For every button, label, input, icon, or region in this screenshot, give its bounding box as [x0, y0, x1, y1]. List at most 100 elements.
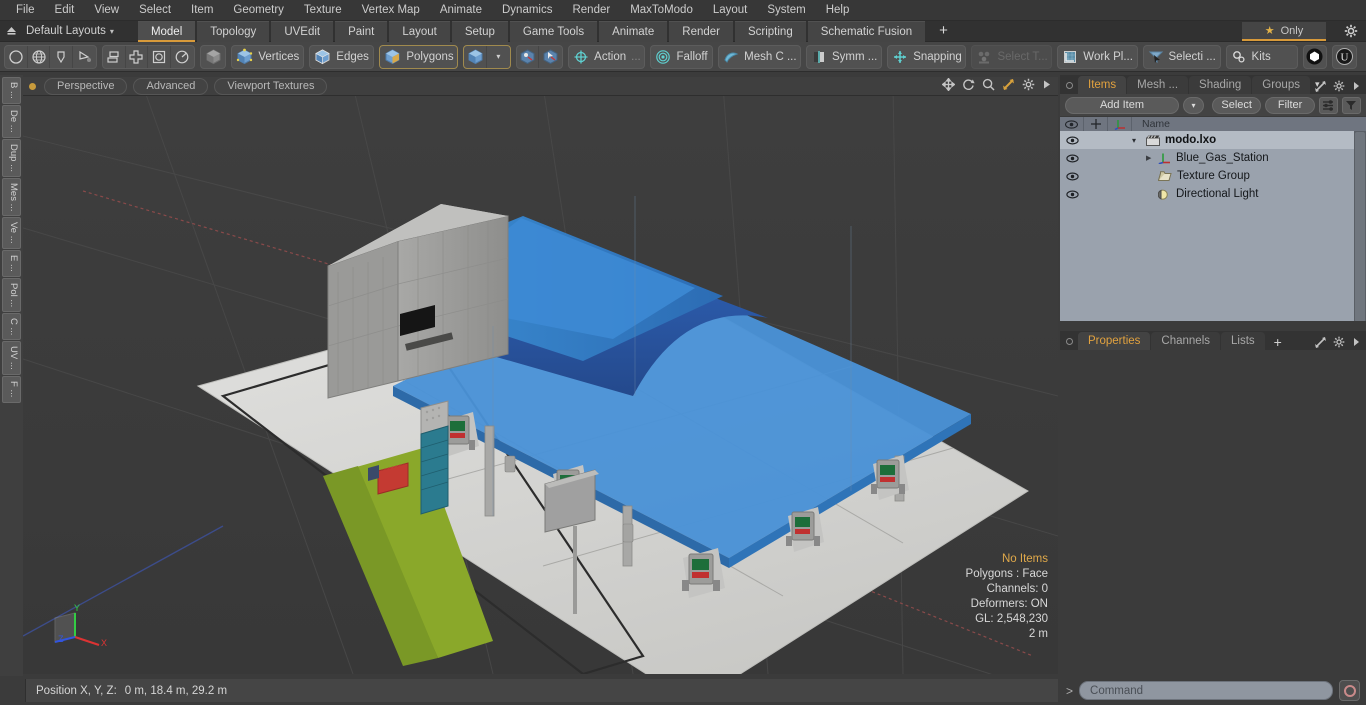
menu-item-geometry[interactable]: Geometry — [223, 0, 294, 21]
list-item[interactable]: ▶ Blue_Gas_Station — [1060, 149, 1366, 167]
mode-polygons-button[interactable]: Polygons — [379, 44, 459, 69]
snapping[interactable]: Snapping — [888, 46, 965, 68]
row-eye-icon[interactable] — [1060, 190, 1084, 199]
play-icon[interactable] — [1042, 79, 1052, 90]
only-toggle[interactable]: ★ Only — [1242, 22, 1326, 41]
row-eye-icon[interactable] — [1060, 136, 1084, 145]
menu-item-system[interactable]: System — [757, 0, 815, 21]
menu-item-edit[interactable]: Edit — [45, 0, 85, 21]
vtool-uv[interactable]: UV ... — [2, 341, 21, 376]
action-center[interactable]: Action ... — [569, 46, 644, 68]
move-lock-icon[interactable] — [1084, 116, 1108, 132]
row-eye-icon[interactable] — [1060, 172, 1084, 181]
layout-home-icon[interactable] — [0, 21, 22, 41]
items-caret-icon[interactable]: ▾ — [487, 46, 510, 68]
kits[interactable]: Kits — [1227, 46, 1297, 68]
layout-gear-icon[interactable] — [1344, 24, 1358, 38]
falloff[interactable]: Falloff — [651, 46, 712, 68]
tab-layout[interactable]: Layout — [389, 20, 450, 42]
unreal-export-button[interactable]: U — [1332, 44, 1358, 69]
items-cube-icon[interactable] — [464, 45, 488, 68]
row-eye-icon[interactable] — [1060, 154, 1084, 163]
items-list-scrollbar[interactable] — [1354, 131, 1366, 321]
tab-render[interactable]: Render — [669, 20, 733, 42]
mesh-constraint-button[interactable]: Mesh C ... — [718, 44, 802, 69]
vtool-basic[interactable]: B ... — [2, 77, 21, 104]
menu-item-file[interactable]: File — [6, 0, 45, 21]
gear-icon[interactable] — [1022, 78, 1035, 91]
panel-tab-properties[interactable]: Properties — [1078, 332, 1151, 350]
tab-paint[interactable]: Paint — [335, 20, 388, 42]
add-tab-button[interactable]: + — [927, 21, 960, 42]
mode-vertices[interactable]: Vertices — [232, 46, 303, 68]
mode-edges-button[interactable]: Edges — [309, 44, 375, 69]
list-item[interactable]: Directional Light — [1060, 185, 1366, 203]
record-icon[interactable] — [1339, 680, 1360, 701]
tab-animate[interactable]: Animate — [599, 20, 668, 42]
knife-icon[interactable] — [73, 46, 96, 68]
symmetry[interactable]: Symm ... — [807, 46, 881, 68]
globe-icon[interactable] — [28, 45, 51, 68]
menu-item-vertex-map[interactable]: Vertex Map — [352, 0, 430, 21]
play-icon[interactable] — [1352, 337, 1361, 347]
vtool-curve[interactable]: C ... — [2, 312, 21, 341]
vtool-edge[interactable]: E ... — [2, 249, 21, 277]
pivot-center-icon[interactable] — [517, 45, 540, 68]
viewport-advanced-button[interactable]: Advanced — [133, 77, 209, 95]
row-expander-icon[interactable]: ▾ — [1132, 136, 1146, 145]
menu-item-help[interactable]: Help — [816, 0, 860, 21]
mode-edges[interactable]: Edges — [310, 46, 373, 68]
center-icon[interactable] — [126, 45, 149, 68]
panel-tab-shading[interactable]: Shading — [1189, 76, 1252, 94]
add-item-button[interactable]: Add Item — [1065, 96, 1179, 114]
bevel-icon[interactable] — [148, 45, 172, 68]
tab-scripting[interactable]: Scripting — [734, 20, 806, 42]
menu-item-maxtomodo[interactable]: MaxToModo — [620, 0, 703, 21]
mode-vertices-button[interactable]: Vertices — [231, 44, 305, 69]
mode-polygons[interactable]: Polygons — [380, 46, 457, 68]
work-plane-button[interactable]: Work Pl... — [1057, 44, 1138, 69]
tab-topology[interactable]: Topology — [197, 20, 270, 42]
menu-item-render[interactable]: Render — [562, 0, 620, 21]
viewport-textures-button[interactable]: Viewport Textures — [214, 77, 328, 95]
menu-item-dynamics[interactable]: Dynamics — [492, 0, 562, 21]
menu-item-texture[interactable]: Texture — [294, 0, 352, 21]
snapping-button[interactable]: Snapping — [887, 44, 967, 69]
list-item[interactable]: Texture Group — [1060, 167, 1366, 185]
expand-icon[interactable] — [1315, 336, 1326, 348]
cube-solid-icon[interactable] — [201, 46, 225, 68]
tab-uvedit[interactable]: UVEdit — [271, 20, 334, 42]
menu-item-view[interactable]: View — [84, 0, 129, 21]
add-item-caret-icon[interactable]: ▾ — [1182, 96, 1204, 114]
selection[interactable]: Selecti ... — [1144, 46, 1220, 68]
pivot-selection-icon[interactable] — [539, 46, 562, 68]
rotate-icon[interactable] — [962, 78, 975, 91]
vtool-vertex[interactable]: Ve ... — [2, 217, 21, 249]
select-through-button[interactable]: Select T... — [971, 44, 1053, 69]
viewport-perspective-button[interactable]: Perspective — [44, 77, 128, 95]
zoom-icon[interactable] — [982, 78, 995, 91]
vtool-mesh-edit[interactable]: Mes ... — [2, 177, 21, 217]
layout-caret-icon[interactable]: ▾ — [110, 27, 114, 36]
filter-funnel-icon[interactable] — [1341, 96, 1361, 114]
select-button[interactable]: Select — [1211, 96, 1262, 114]
unity-export-button[interactable] — [1302, 44, 1328, 69]
tab-model[interactable]: Model — [137, 20, 196, 42]
panel-tab-channels[interactable]: Channels — [1151, 332, 1221, 350]
radial-icon[interactable] — [171, 46, 194, 68]
tab-game-tools[interactable]: Game Tools — [509, 20, 598, 42]
menu-item-animate[interactable]: Animate — [430, 0, 492, 21]
select-through[interactable]: Select T... — [972, 46, 1051, 68]
items-list[interactable]: ▾ modo.lxo ▶ Blue_Gas_Station Texture Gr… — [1060, 131, 1366, 321]
gear-icon[interactable] — [1333, 80, 1345, 92]
pen-icon[interactable] — [50, 45, 74, 68]
unity-icon[interactable] — [1304, 46, 1327, 68]
filter-button[interactable]: Filter — [1265, 96, 1315, 114]
tab-schematic-fusion[interactable]: Schematic Fusion — [807, 20, 926, 42]
panel-tab-lists[interactable]: Lists — [1221, 332, 1265, 350]
row-expander-icon[interactable]: ▶ — [1146, 154, 1158, 162]
play-icon[interactable] — [1352, 81, 1361, 91]
list-options-icon[interactable] — [1318, 96, 1338, 114]
list-item[interactable]: ▾ modo.lxo — [1060, 131, 1366, 149]
command-input[interactable]: Command — [1079, 681, 1333, 700]
